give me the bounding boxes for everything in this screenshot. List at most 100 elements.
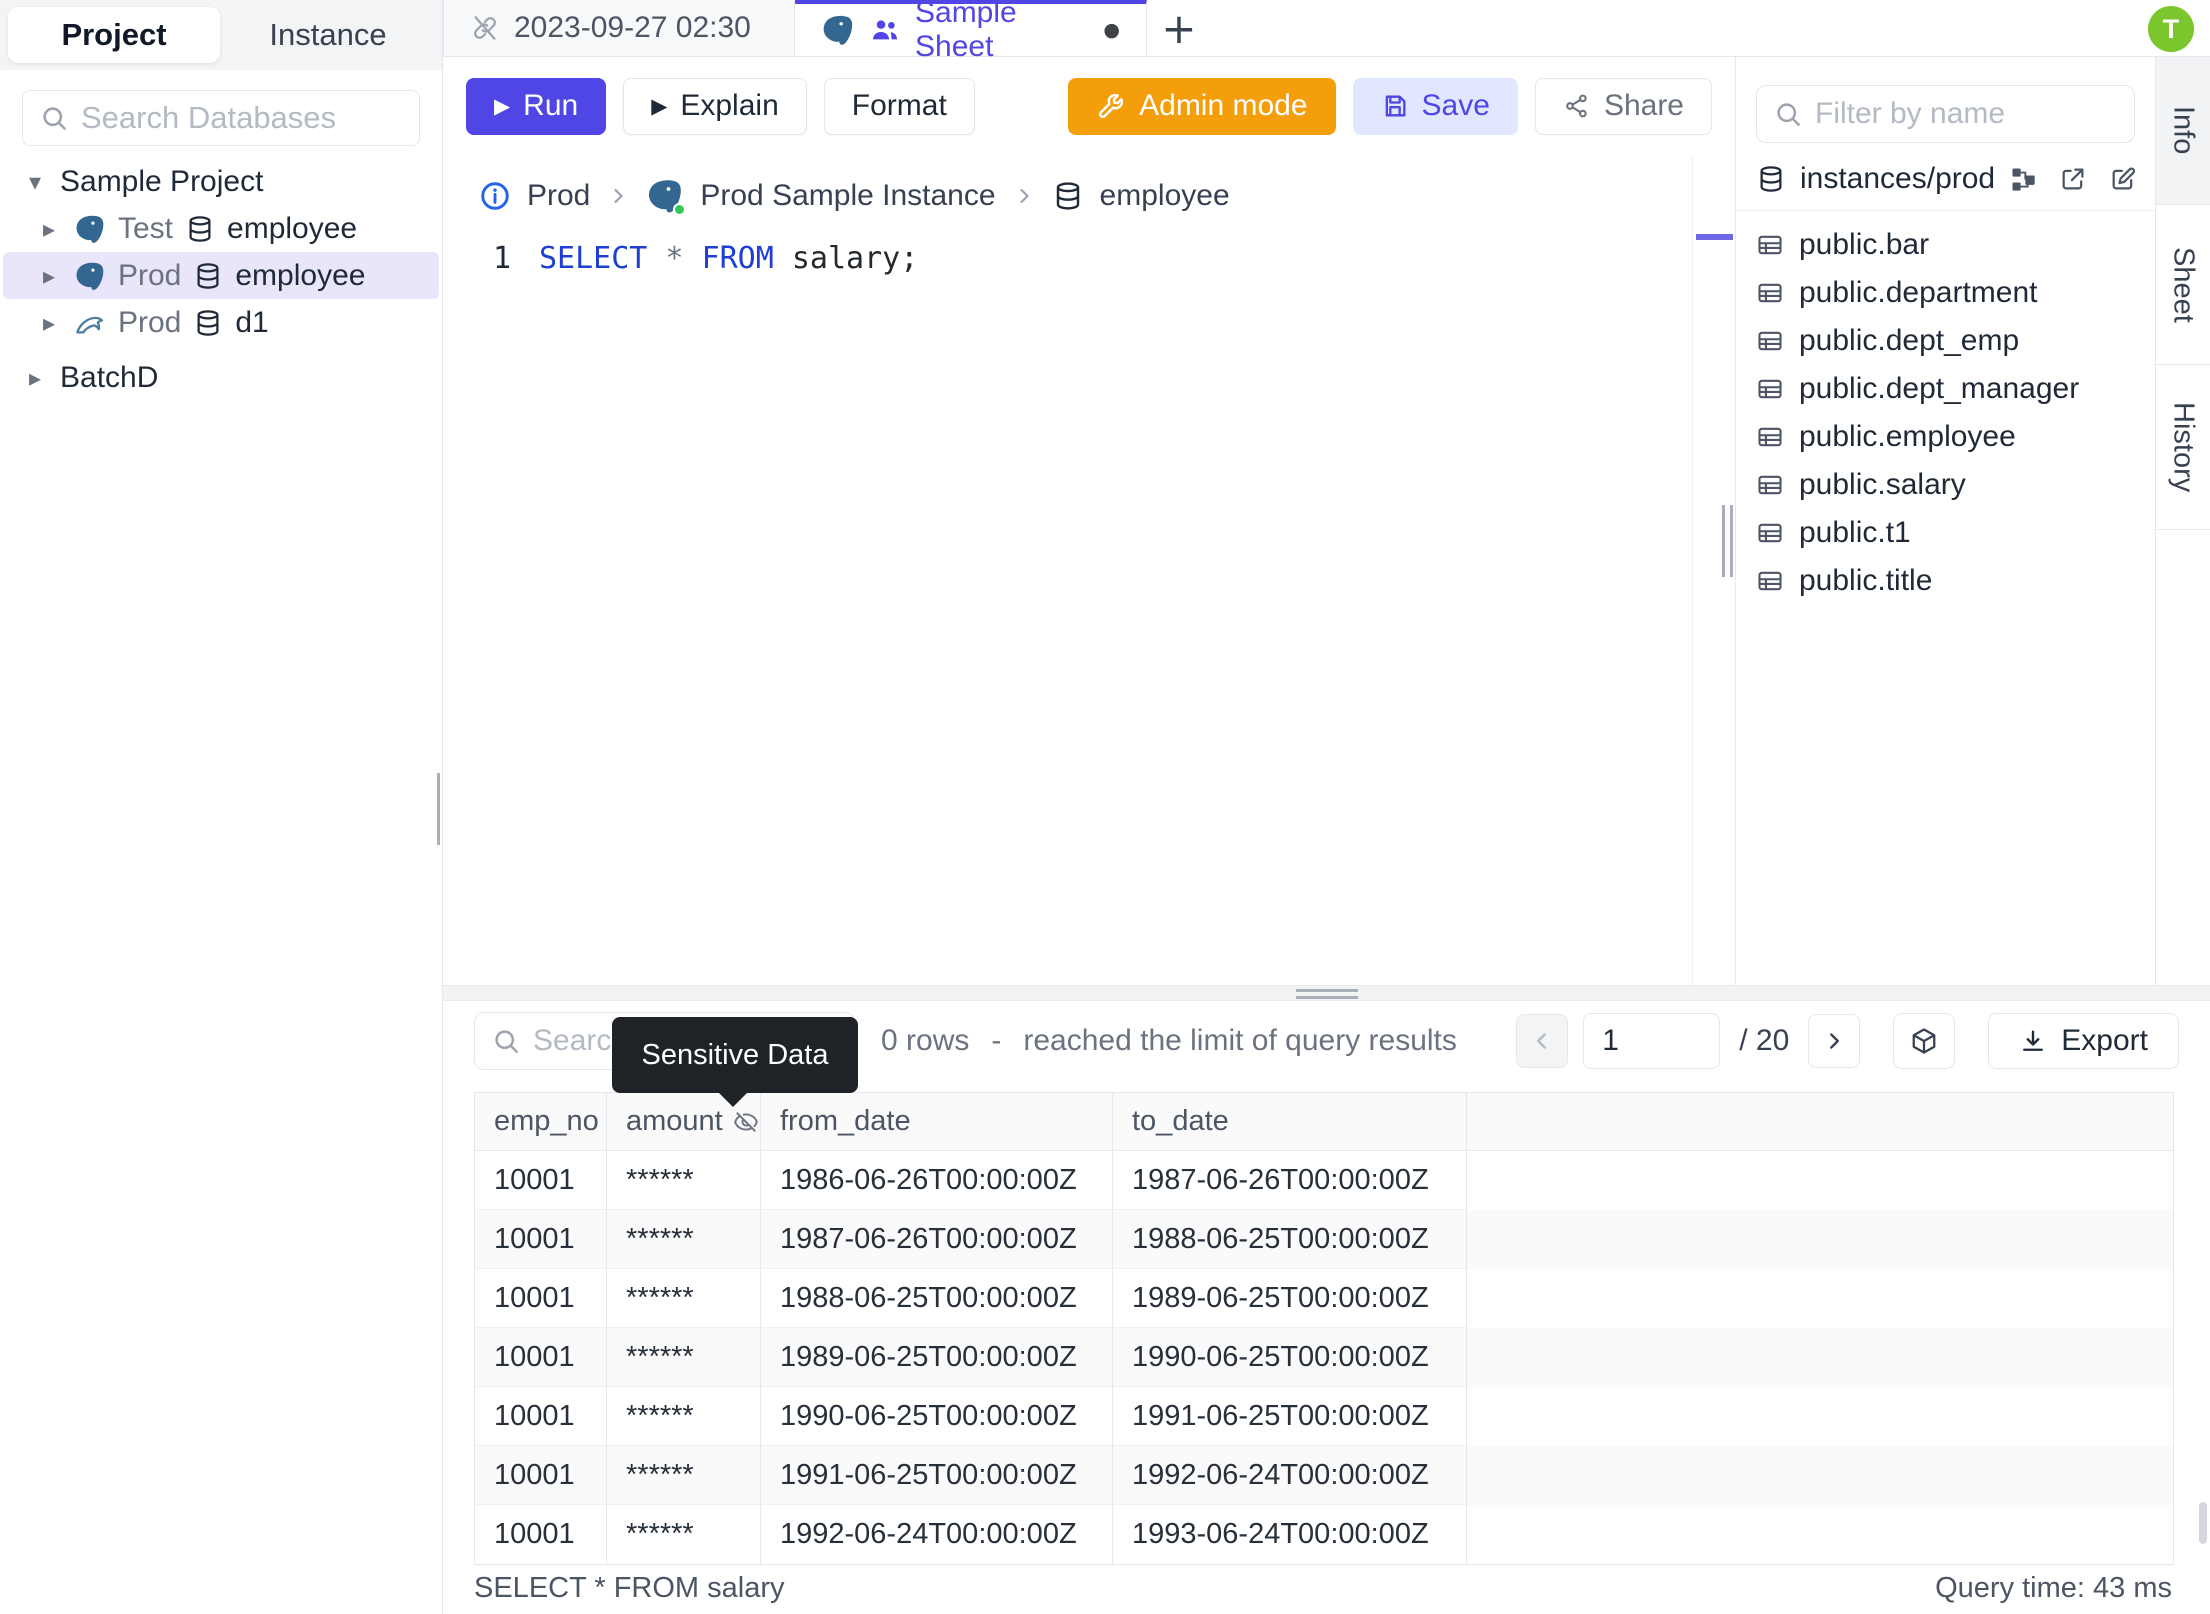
cell[interactable]: 1990-06-25T00:00:00Z: [761, 1387, 1113, 1446]
table-item-dept-emp[interactable]: public.dept_emp: [1736, 317, 2155, 365]
tree-item-sample-project[interactable]: ▾ Sample Project: [3, 158, 439, 205]
cell-masked[interactable]: ******: [607, 1387, 761, 1446]
external-link-icon[interactable]: [2064, 169, 2083, 188]
schema-panel: instances/prod public.bar public.departm…: [1735, 57, 2155, 1000]
tree-item-batchd[interactable]: ▸ BatchD: [3, 354, 439, 401]
previous-page-button[interactable]: [1516, 1014, 1569, 1068]
cell[interactable]: 1992-06-24T00:00:00Z: [761, 1505, 1113, 1564]
table-item-dept-manager[interactable]: public.dept_manager: [1736, 365, 2155, 413]
cell[interactable]: 1988-06-25T00:00:00Z: [1113, 1210, 1467, 1269]
cell[interactable]: 1991-06-25T00:00:00Z: [1113, 1387, 1467, 1446]
breadcrumb-environment[interactable]: Prod: [527, 179, 590, 213]
panel-divider[interactable]: [443, 985, 2210, 1001]
cell[interactable]: 10001: [475, 1328, 607, 1387]
cell-masked[interactable]: ******: [607, 1210, 761, 1269]
tree-item-test-employee[interactable]: ▸ Test employee: [3, 205, 439, 252]
user-avatar[interactable]: T: [2148, 6, 2194, 52]
cell-masked[interactable]: ******: [607, 1269, 761, 1328]
table-item-department[interactable]: public.department: [1736, 269, 2155, 317]
breadcrumb-database[interactable]: employee: [1100, 179, 1230, 213]
tab-history-label: 2023-09-27 02:30: [514, 11, 751, 44]
cell-masked[interactable]: ******: [607, 1328, 761, 1387]
table-item-bar[interactable]: public.bar: [1736, 221, 2155, 269]
cell[interactable]: 1989-06-25T00:00:00Z: [1113, 1269, 1467, 1328]
results-scrollbar-thumb[interactable]: [2199, 1502, 2207, 1544]
cell-masked[interactable]: ******: [607, 1151, 761, 1210]
query-time-label: Query time: 43 ms: [1935, 1572, 2172, 1604]
table-item-salary[interactable]: public.salary: [1736, 461, 2155, 509]
chevron-down-icon[interactable]: ▾: [22, 168, 48, 196]
cell[interactable]: 1990-06-25T00:00:00Z: [1113, 1328, 1467, 1387]
column-header-filler: [1467, 1093, 2173, 1150]
cell[interactable]: 10001: [475, 1505, 607, 1564]
run-button[interactable]: ▶ Run: [466, 77, 607, 135]
table-item-title[interactable]: public.title: [1736, 557, 2155, 605]
cube-icon: [1914, 1030, 1935, 1053]
schema-panel-resize-handle[interactable]: [1722, 505, 1736, 577]
page-number-input[interactable]: [1583, 1013, 1721, 1069]
explain-button[interactable]: ▶ Explain: [623, 77, 807, 135]
chevron-right-icon: [1832, 1035, 1839, 1048]
info-icon[interactable]: [483, 184, 508, 209]
export-button[interactable]: Export: [1988, 1013, 2179, 1069]
limit-message: reached the limit of query results: [1023, 1024, 1457, 1057]
executed-query-label: SELECT * FROM salary: [474, 1572, 785, 1604]
cell[interactable]: 1992-06-24T00:00:00Z: [1113, 1446, 1467, 1505]
search-databases-input[interactable]: [81, 100, 403, 136]
cell[interactable]: 1986-06-26T00:00:00Z: [761, 1151, 1113, 1210]
postgresql-icon: [77, 215, 104, 242]
cell[interactable]: 1991-06-25T00:00:00Z: [761, 1446, 1113, 1505]
chevron-right-icon[interactable]: ▸: [36, 262, 62, 290]
cell[interactable]: 10001: [475, 1269, 607, 1328]
breadcrumb-instance[interactable]: Prod Sample Instance: [700, 179, 995, 213]
table-item-employee[interactable]: public.employee: [1736, 413, 2155, 461]
chevron-right-icon[interactable]: ▸: [36, 309, 62, 337]
schema-diagram-icon[interactable]: [2013, 168, 2035, 190]
chevron-right-icon[interactable]: ▸: [22, 364, 48, 392]
filter-by-name-input[interactable]: [1815, 97, 2118, 131]
results-table: emp_no amount from_date to_date 10001 **…: [474, 1092, 2174, 1565]
database-label: d1: [235, 305, 269, 339]
tab-project[interactable]: Project: [8, 7, 220, 63]
table-item-t1[interactable]: public.t1: [1736, 509, 2155, 557]
tab-sample-sheet[interactable]: Sample Sheet ●: [795, 0, 1147, 63]
cell-masked[interactable]: ******: [607, 1505, 761, 1564]
cell[interactable]: 1987-06-26T00:00:00Z: [761, 1210, 1113, 1269]
divider-resize-handle[interactable]: [1295, 989, 1358, 999]
visualize-button[interactable]: [1893, 1013, 1956, 1069]
left-sidebar: Project Instance ▾ Sample Project ▸ Test…: [0, 0, 443, 1614]
edit-icon[interactable]: [2114, 168, 2134, 188]
format-button[interactable]: Format: [823, 77, 975, 135]
new-tab-button[interactable]: +: [1147, 0, 1211, 56]
tab-sheet[interactable]: Sheet: [2156, 205, 2210, 365]
code-editor[interactable]: 1 SELECT * FROM salary;: [443, 241, 1735, 276]
tree-item-prod-d1[interactable]: ▸ Prod d1: [3, 299, 439, 346]
explain-label: Explain: [680, 89, 779, 122]
tab-history[interactable]: History: [2156, 365, 2210, 530]
cell[interactable]: 10001: [475, 1151, 607, 1210]
instance-status-dot: [673, 203, 687, 216]
tab-query-history[interactable]: 2023-09-27 02:30: [443, 0, 795, 56]
table-name: public.dept_manager: [1799, 372, 2080, 405]
tab-instance[interactable]: Instance: [222, 7, 434, 63]
cell[interactable]: 10001: [475, 1387, 607, 1446]
cell[interactable]: 10001: [475, 1210, 607, 1269]
save-button[interactable]: Save: [1352, 77, 1518, 135]
cell[interactable]: 10001: [475, 1446, 607, 1505]
next-page-button[interactable]: [1808, 1014, 1861, 1068]
admin-mode-button[interactable]: Admin mode: [1068, 77, 1336, 135]
chevron-right-icon[interactable]: ▸: [36, 215, 62, 243]
tab-info[interactable]: Info: [2156, 57, 2210, 205]
table-row: 10001 ****** 1990-06-25T00:00:00Z 1991-0…: [475, 1387, 2173, 1446]
cell[interactable]: 1988-06-25T00:00:00Z: [761, 1269, 1113, 1328]
cell[interactable]: 1993-06-24T00:00:00Z: [1113, 1505, 1467, 1564]
sensitive-data-tooltip: Sensitive Data: [612, 1017, 858, 1107]
cell-masked[interactable]: ******: [607, 1446, 761, 1505]
share-button[interactable]: Share: [1534, 77, 1712, 135]
table-row: 10001 ****** 1988-06-25T00:00:00Z 1989-0…: [475, 1269, 2173, 1328]
cell[interactable]: 1989-06-25T00:00:00Z: [761, 1328, 1113, 1387]
instance-icon-wrap: [646, 177, 687, 216]
cell-filler: [1467, 1446, 2173, 1505]
cell[interactable]: 1987-06-26T00:00:00Z: [1113, 1151, 1467, 1210]
tree-item-prod-employee[interactable]: ▸ Prod employee: [3, 252, 439, 299]
